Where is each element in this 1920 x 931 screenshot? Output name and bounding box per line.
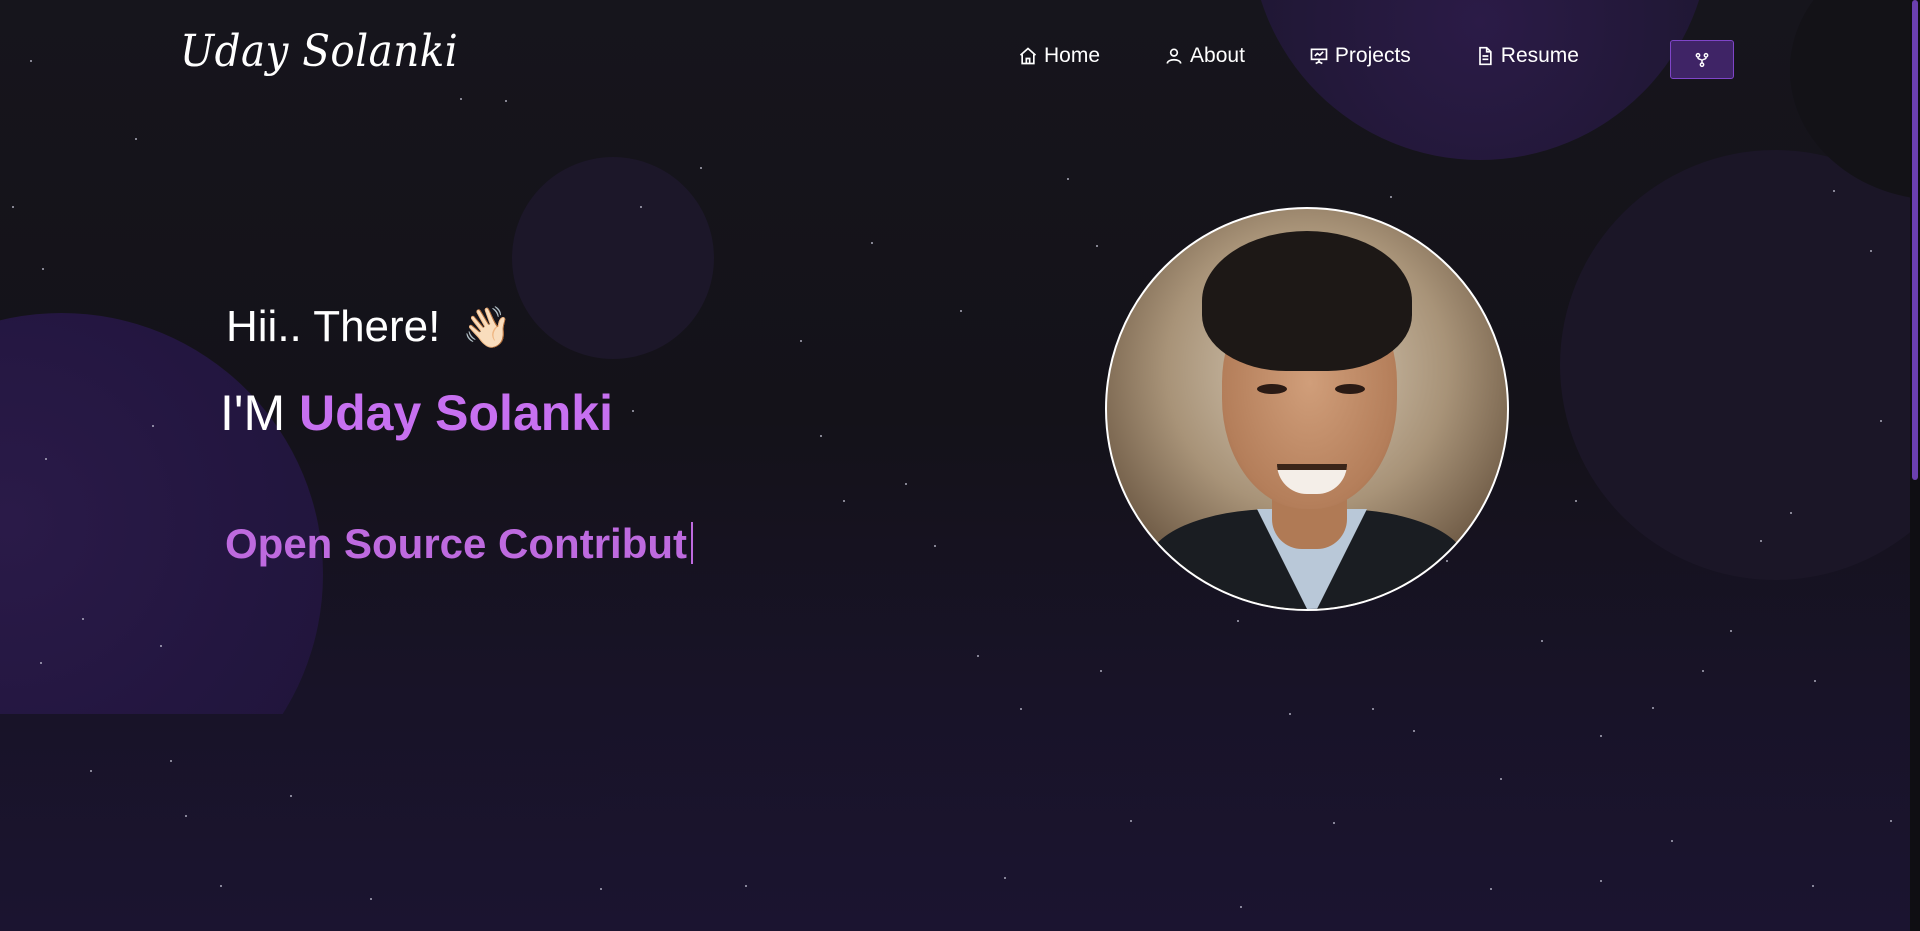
- star: [1490, 888, 1492, 890]
- nav-menu: Home About Projects Resume: [1018, 44, 1643, 68]
- star: [1671, 840, 1673, 842]
- star: [135, 138, 137, 140]
- nav-item-resume[interactable]: Resume: [1475, 44, 1579, 68]
- hero-name: Uday Solanki: [299, 385, 613, 441]
- star: [1880, 420, 1882, 422]
- star: [1390, 196, 1392, 198]
- scrollbar-thumb[interactable]: [1912, 0, 1918, 480]
- page: Uday Solanki Home About Projects Resume: [0, 0, 1920, 931]
- star: [1541, 640, 1543, 642]
- avatar-eye-right: [1335, 384, 1365, 394]
- star: [1790, 512, 1792, 514]
- star: [12, 206, 14, 208]
- star: [170, 760, 172, 762]
- star: [1870, 250, 1872, 252]
- star: [1812, 885, 1814, 887]
- typewriter-text: Open Source Contribut: [225, 520, 693, 568]
- star: [820, 435, 822, 437]
- fork-button[interactable]: [1670, 40, 1734, 79]
- star: [152, 425, 154, 427]
- star: [370, 898, 372, 900]
- nav-item-label: Resume: [1500, 44, 1579, 67]
- star: [1130, 820, 1132, 822]
- navbar: Uday Solanki Home About Projects Resume: [0, 0, 1920, 118]
- star: [1500, 778, 1502, 780]
- star: [640, 206, 642, 208]
- star: [1289, 713, 1291, 715]
- user-icon: [1166, 48, 1182, 64]
- star: [1413, 730, 1415, 732]
- star: [1020, 708, 1022, 710]
- intro-prefix: I'M: [220, 385, 286, 441]
- nav-item-home[interactable]: Home: [1018, 44, 1100, 68]
- star: [1600, 880, 1602, 882]
- star: [632, 410, 634, 412]
- star: [45, 458, 47, 460]
- star: [843, 500, 845, 502]
- star: [871, 242, 873, 244]
- starfield: [0, 0, 1920, 931]
- star: [1760, 540, 1762, 542]
- document-icon: [1478, 46, 1492, 66]
- typewriter-caret: [691, 522, 693, 564]
- star: [1833, 190, 1835, 192]
- star: [1890, 820, 1892, 822]
- greeting-text: Hii.. There!: [226, 302, 441, 351]
- star: [40, 662, 42, 664]
- star: [290, 795, 292, 797]
- typewriter-content: Open Source Contribut: [225, 520, 687, 567]
- star: [1814, 680, 1816, 682]
- star: [1096, 245, 1098, 247]
- wave-icon: 👋🏻: [462, 305, 513, 350]
- star: [1730, 630, 1732, 632]
- star: [1702, 670, 1704, 672]
- star: [1372, 708, 1374, 710]
- nav-item-about[interactable]: About: [1164, 44, 1245, 68]
- star: [600, 888, 602, 890]
- star: [42, 268, 44, 270]
- star: [1067, 178, 1069, 180]
- star: [220, 885, 222, 887]
- star: [745, 885, 747, 887]
- star: [905, 483, 907, 485]
- profile-avatar: [1105, 207, 1509, 611]
- hero-greeting: Hii.. There! 👋🏻: [226, 302, 512, 352]
- nav-item-label: Home: [1044, 44, 1101, 67]
- star: [800, 340, 802, 342]
- brand-logo[interactable]: Uday Solanki: [180, 26, 458, 77]
- star: [1004, 877, 1006, 879]
- star: [90, 770, 92, 772]
- star: [185, 815, 187, 817]
- avatar-eye-left: [1257, 384, 1287, 394]
- hero-intro: I'M Uday Solanki: [220, 384, 613, 442]
- star: [1333, 822, 1335, 824]
- nav-item-projects[interactable]: Projects: [1309, 44, 1411, 68]
- star: [1600, 735, 1602, 737]
- star: [1652, 707, 1654, 709]
- fork-icon: [1695, 52, 1709, 67]
- star: [1575, 500, 1577, 502]
- star: [977, 655, 979, 657]
- avatar-hair: [1202, 231, 1412, 371]
- nav-item-label: Projects: [1334, 44, 1411, 67]
- star: [1237, 620, 1239, 622]
- star: [82, 618, 84, 620]
- star: [1240, 906, 1242, 908]
- star: [700, 167, 702, 169]
- star: [960, 310, 962, 312]
- star: [160, 645, 162, 647]
- star: [934, 545, 936, 547]
- home-icon: [1019, 47, 1037, 65]
- nav-item-label: About: [1190, 44, 1245, 67]
- star: [1100, 670, 1102, 672]
- presentation-icon: [1310, 48, 1328, 65]
